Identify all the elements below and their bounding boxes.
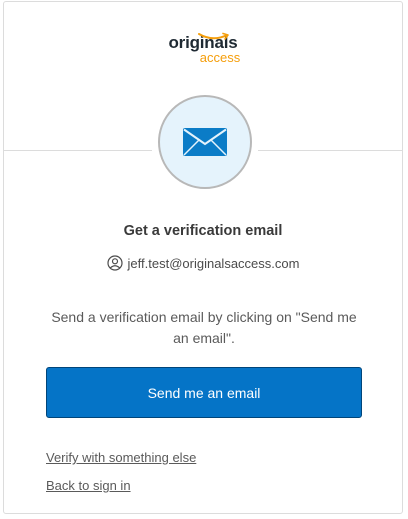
logo-text-secondary: access [199, 50, 241, 65]
send-email-button[interactable]: Send me an email [46, 367, 362, 418]
verify-with-something-else-link[interactable]: Verify with something else [46, 450, 196, 465]
user-circle-icon [106, 255, 123, 271]
logo-smile-icon [198, 32, 229, 40]
divider-right [258, 150, 403, 151]
page-title: Get a verification email [123, 223, 283, 239]
instruction-text: Send a verification email by clicking on… [51, 309, 357, 346]
account-email-row: jeff.test@originalsaccess.com [4, 255, 402, 271]
back-to-sign-in-link[interactable]: Back to sign in [46, 478, 131, 493]
account-email: jeff.test@originalsaccess.com [127, 255, 300, 271]
envelope-icon [183, 128, 227, 156]
email-icon-badge [158, 95, 252, 189]
divider-left [4, 150, 152, 151]
verification-card: originals access Get a verification emai… [3, 1, 403, 514]
